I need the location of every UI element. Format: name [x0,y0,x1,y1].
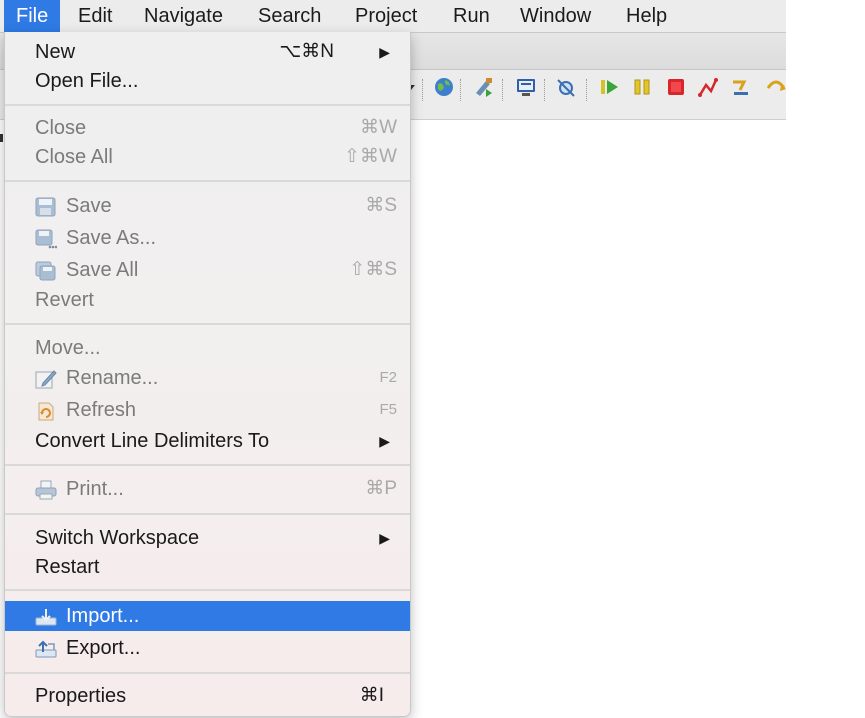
menu-item-new[interactable]: New ⌥⌘N ▶ [5,37,410,67]
menu-search[interactable]: Search [246,0,333,32]
menu-separator [5,104,410,106]
file-menu-dropdown: New ⌥⌘N ▶ Open File... Close ⌘W Close Al… [4,32,411,717]
save-icon [35,196,57,217]
menu-item-convert-line-delimiters[interactable]: Convert Line Delimiters To ▶ [5,426,410,456]
menu-item-properties[interactable]: Properties ⌘I [5,681,410,711]
menu-separator [5,589,410,591]
menu-item-label: Print... [66,478,124,500]
display-icon[interactable] [514,75,538,99]
toolbar-separator [586,79,587,101]
menu-item-save-as[interactable]: Save As... [5,223,410,253]
menu-item-label: New [35,41,76,63]
menu-item-label: Export... [66,637,141,659]
globe-icon[interactable] [432,75,456,99]
menu-separator [5,672,410,674]
menu-window[interactable]: Window [508,0,603,32]
menu-item-label: Restart [35,556,100,578]
menu-item-label: Save [66,195,112,217]
menu-item-label: Save All [66,259,139,281]
suspend-icon[interactable] [630,75,654,99]
menu-item-close[interactable]: Close ⌘W [5,113,410,143]
menu-item-save-all[interactable]: Save All ⇧⌘S [5,255,410,285]
save-as-icon [35,228,58,249]
shortcut-label: ⌘S [365,195,397,216]
toolbar-separator [422,79,423,101]
menu-item-label: Refresh [66,399,137,421]
shortcut-label: ⌘W [360,117,397,138]
toolbar-separator [502,79,503,101]
shortcut-label: ⇧⌘W [344,146,397,167]
menu-item-switch-workspace[interactable]: Switch Workspace ▶ [5,523,410,553]
print-icon [35,479,57,500]
menu-item-label: Close [35,117,87,139]
skip-breakpoints-icon[interactable] [554,75,578,99]
menu-item-label: Move... [35,337,101,359]
menu-item-label: Import... [66,605,140,627]
disconnect-icon[interactable] [696,75,720,99]
menu-item-restart[interactable]: Restart [5,552,410,582]
menu-separator [5,513,410,515]
menu-item-open-file[interactable]: Open File... [5,66,410,96]
menu-navigate[interactable]: Navigate [132,0,235,32]
submenu-arrow-icon: ▶ [379,530,390,546]
menu-separator [5,464,410,466]
toolbar-separator [460,79,461,101]
menu-item-label: Revert [35,289,94,311]
menu-item-label: Open File... [35,70,139,92]
shortcut-label: ⇧⌘S [349,259,397,280]
menu-item-label: Close All [35,146,113,168]
save-all-icon [35,260,57,281]
menu-item-label: Convert Line Delimiters To [35,430,270,452]
menu-item-label: Switch Workspace [35,527,200,549]
menu-run[interactable]: Run [441,0,502,32]
menu-item-export[interactable]: Export... [5,633,410,663]
menu-item-label: Properties [35,685,127,707]
submenu-arrow-icon: ▶ [379,44,390,60]
submenu-arrow-icon: ▶ [379,433,390,449]
menu-bar: File Edit Navigate Search Project Run Wi… [0,0,786,33]
rename-icon [35,368,57,389]
menu-item-move[interactable]: Move... [5,333,410,363]
shortcut-label: ⌘P [365,478,397,499]
menu-edit[interactable]: Edit [66,0,124,32]
menu-item-label: Rename... [66,367,159,389]
menu-item-rename[interactable]: Rename... F2 [5,363,410,393]
export-icon [35,638,57,658]
menu-separator [5,323,410,325]
step-over-icon[interactable] [764,75,788,99]
shortcut-label: F2 [379,369,397,386]
shortcut-label: F5 [379,401,397,418]
menu-item-save[interactable]: Save ⌘S [5,191,410,221]
window-edge-mark [0,134,3,142]
shortcut-label: ⌥⌘N [279,41,334,62]
menu-item-refresh[interactable]: Refresh F5 [5,395,410,425]
menu-separator [5,180,410,182]
step-into-icon[interactable] [730,75,754,99]
menu-help[interactable]: Help [614,0,679,32]
shortcut-label: ⌘I [359,685,384,706]
menu-item-import[interactable]: Import... [5,601,410,631]
menu-project[interactable]: Project [343,0,429,32]
menu-item-label: Save As... [66,227,157,249]
external-tools-icon[interactable] [472,75,496,99]
menu-item-revert[interactable]: Revert [5,285,410,315]
refresh-icon [35,400,57,421]
terminate-icon[interactable] [664,75,688,99]
menu-file[interactable]: File [4,0,61,32]
toolbar-separator [544,79,545,101]
import-icon [35,606,57,626]
menu-item-print[interactable]: Print... ⌘P [5,474,410,504]
menu-item-close-all[interactable]: Close All ⇧⌘W [5,142,410,172]
resume-icon[interactable] [597,75,621,99]
